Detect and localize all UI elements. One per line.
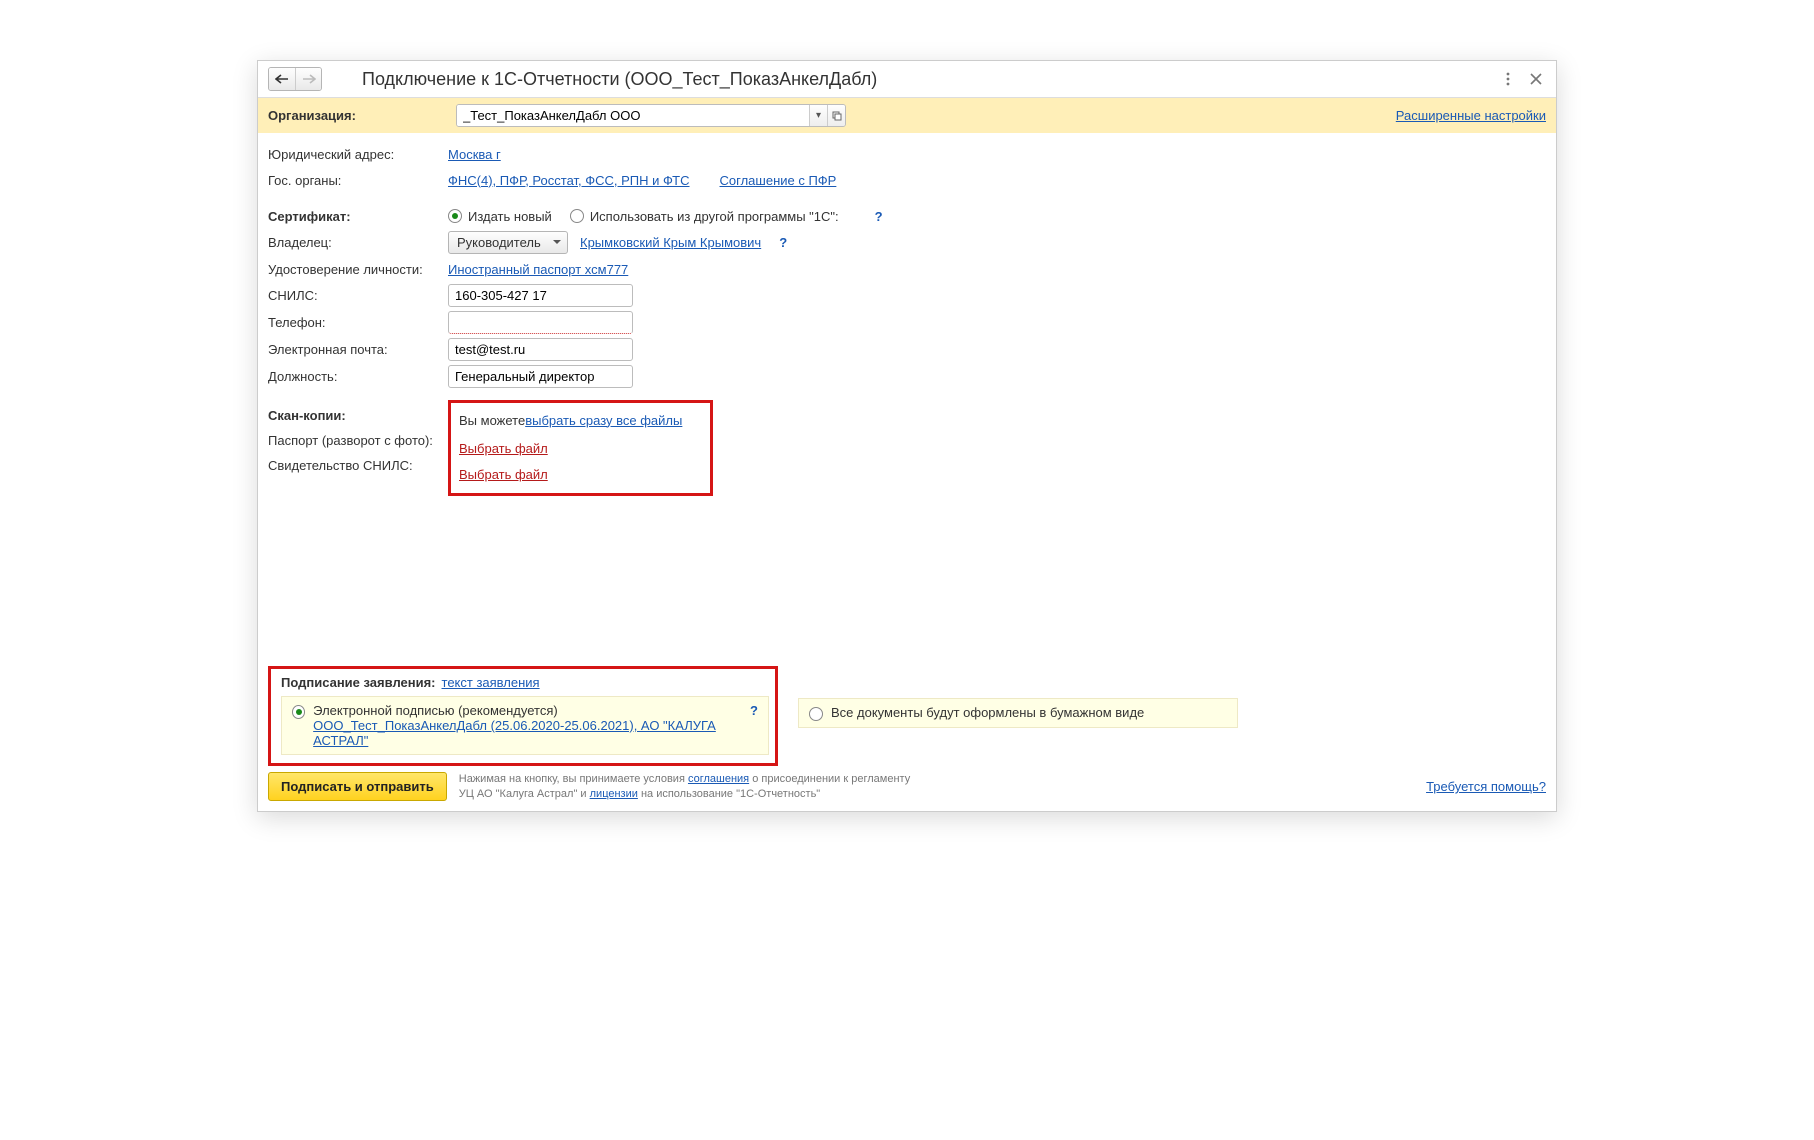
owner-link[interactable]: Крымковский Крым Крымович [580, 235, 761, 250]
back-button[interactable] [269, 68, 295, 90]
owner-label: Владелец: [268, 235, 448, 250]
cert-new-text: Издать новый [468, 209, 552, 224]
sign-opt2-text: Все документы будут оформлены в бумажном… [831, 705, 1144, 720]
org-open-button[interactable] [827, 105, 845, 126]
cert-label: Сертификат: [268, 209, 448, 224]
phone-label: Телефон: [268, 315, 448, 330]
sign-opt1-cert-link[interactable]: ООО_Тест_ПоказАнкелДабл (25.06.2020-25.0… [313, 718, 716, 748]
cert-new-radio[interactable]: Издать новый [448, 209, 552, 224]
radio-icon [448, 209, 462, 223]
organization-bar: Организация: ▾ Расширенные настройки [258, 98, 1556, 133]
advanced-settings-link[interactable]: Расширенные настройки [1396, 108, 1546, 123]
kebab-icon [1506, 72, 1510, 86]
gov-label: Гос. органы: [268, 173, 448, 188]
email-input[interactable] [448, 338, 633, 361]
org-input[interactable] [457, 105, 809, 126]
submit-button[interactable]: Подписать и отправить [268, 772, 447, 801]
cert-other-radio[interactable]: Использовать из другой программы "1С": [570, 209, 839, 224]
close-button[interactable] [1526, 69, 1546, 89]
radio-icon [809, 707, 823, 721]
license-link[interactable]: лицензии [590, 788, 638, 800]
snils-doc-label: Свидетельство СНИЛС: [268, 458, 448, 473]
owner-help[interactable]: ? [779, 235, 787, 250]
sign-opt1-text: Электронной подписью (рекомендуется) [313, 703, 742, 718]
sign-opt1-help[interactable]: ? [750, 703, 758, 718]
pfr-agreement-link[interactable]: Соглашение с ПФР [720, 173, 837, 188]
page-title: Подключение к 1С-Отчетности (ООО_Тест_По… [362, 69, 1498, 90]
phone-input[interactable] [448, 311, 633, 334]
agreement-link[interactable]: соглашения [688, 773, 749, 785]
email-label: Электронная почта: [268, 342, 448, 357]
arrow-right-icon [302, 74, 316, 84]
close-icon [1530, 73, 1542, 85]
cert-other-text: Использовать из другой программы "1С": [590, 209, 839, 224]
nav-buttons [268, 67, 322, 91]
org-dropdown-button[interactable]: ▾ [809, 105, 827, 126]
snils-label: СНИЛС: [268, 288, 448, 303]
snils-input[interactable] [448, 284, 633, 307]
radio-icon [292, 705, 305, 719]
popup-icon [832, 111, 842, 121]
org-label: Организация: [268, 108, 448, 123]
more-menu-button[interactable] [1498, 69, 1518, 89]
passport-label: Паспорт (разворот с фото): [268, 433, 448, 448]
snils-file-link[interactable]: Выбрать файл [459, 467, 548, 482]
signing-block: Подписание заявления: текст заявления Эл… [268, 666, 778, 766]
scans-label: Скан-копии: [268, 408, 448, 423]
footer: Подписать и отправить Нажимая на кнопку,… [258, 766, 1556, 811]
application-text-link[interactable]: текст заявления [442, 675, 540, 690]
forward-button[interactable] [295, 68, 321, 90]
arrow-left-icon [275, 74, 289, 84]
legal-address-link[interactable]: Москва г [448, 147, 501, 162]
app-window: Подключение к 1С-Отчетности (ООО_Тест_По… [257, 60, 1557, 812]
idproof-label: Удостоверение личности: [268, 262, 448, 277]
sign-option-paper[interactable]: Все документы будут оформлены в бумажном… [798, 698, 1238, 728]
org-input-wrap: ▾ [456, 104, 846, 127]
signing-label: Подписание заявления: [281, 675, 436, 690]
titlebar: Подключение к 1С-Отчетности (ООО_Тест_По… [258, 61, 1556, 98]
form-area: Юридический адрес: Москва г Гос. органы:… [258, 133, 1556, 496]
gov-link[interactable]: ФНС(4), ПФР, Росстат, ФСС, РПН и ФТС [448, 173, 690, 188]
legal-address-label: Юридический адрес: [268, 147, 448, 162]
position-input[interactable] [448, 365, 633, 388]
passport-file-link[interactable]: Выбрать файл [459, 441, 548, 456]
idproof-link[interactable]: Иностранный паспорт хсм777 [448, 262, 628, 277]
need-help-link[interactable]: Требуется помощь? [1426, 779, 1546, 794]
owner-dropdown[interactable]: Руководитель [448, 231, 568, 254]
select-all-files-link[interactable]: выбрать сразу все файлы [525, 413, 682, 428]
scans-text-prefix: Вы можете [459, 413, 525, 428]
disclaimer: Нажимая на кнопку, вы принимаете условия… [459, 772, 919, 801]
radio-icon [570, 209, 584, 223]
sign-option-esig[interactable]: Электронной подписью (рекомендуется) ООО… [281, 696, 769, 755]
position-label: Должность: [268, 369, 448, 384]
scans-highlight: Вы можете выбрать сразу все файлы Выбрат… [448, 400, 713, 496]
cert-help[interactable]: ? [875, 209, 883, 224]
